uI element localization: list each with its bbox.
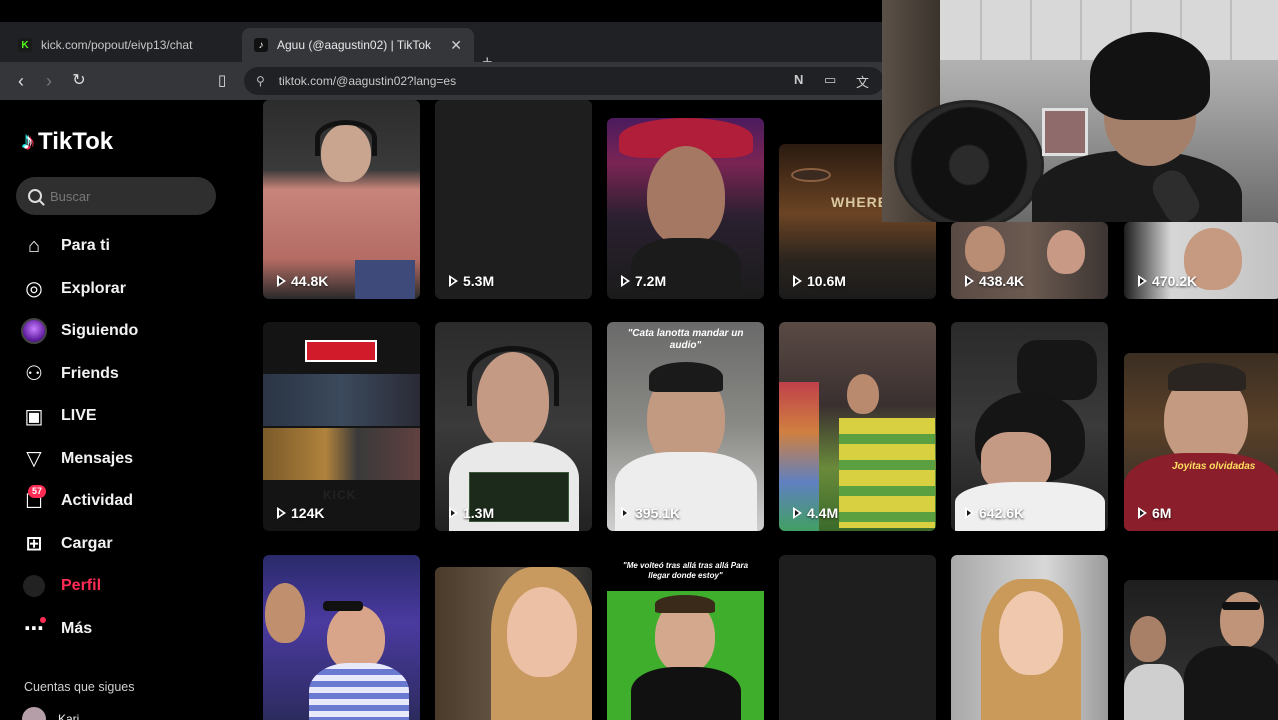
video-card[interactable]: 438.4K	[951, 222, 1108, 299]
video-card[interactable]: Joyitas olvidadas 6M	[1124, 353, 1278, 531]
play-icon	[277, 507, 286, 519]
view-count: 1.3M	[449, 505, 494, 521]
play-icon	[965, 507, 974, 519]
webcam-overlay	[882, 0, 1278, 222]
video-card[interactable]: 642.6K	[951, 322, 1108, 531]
video-caption: "Me volteó tras allá tras allá Para lleg…	[622, 561, 749, 580]
fan-image	[894, 100, 1044, 222]
video-overlay-text: WHERE	[831, 194, 889, 210]
video-caption: "Cata lanotta mandar un audio"	[627, 328, 744, 351]
view-count: 124K	[277, 505, 324, 521]
video-card[interactable]: 1.3M	[435, 322, 592, 531]
view-count: 6M	[1138, 505, 1171, 521]
video-overlay-text: KICK	[323, 488, 357, 502]
play-icon	[1138, 275, 1147, 287]
video-card[interactable]	[263, 555, 420, 720]
video-card[interactable]	[435, 567, 592, 720]
view-count: 10.6M	[793, 273, 846, 289]
play-icon	[277, 275, 286, 287]
view-count: 470.2K	[1138, 273, 1197, 289]
video-card[interactable]: 44.8K	[263, 100, 420, 299]
video-card[interactable]	[779, 555, 936, 720]
view-count: 395.1K	[621, 505, 680, 521]
view-count: 642.6K	[965, 505, 1024, 521]
play-icon	[621, 507, 630, 519]
video-card[interactable]	[951, 555, 1108, 720]
play-icon	[449, 507, 458, 519]
video-card[interactable]: KICK 124K	[263, 322, 420, 531]
play-icon	[621, 275, 630, 287]
view-count: 7.2M	[621, 273, 666, 289]
view-count: 5.3M	[449, 273, 494, 289]
play-icon	[449, 275, 458, 287]
view-count: 438.4K	[965, 273, 1024, 289]
video-overlay-text: Joyitas olvidadas	[1172, 461, 1256, 472]
play-icon	[965, 275, 974, 287]
screen: K kick.com/popout/eivp13/chat ♪ Aguu (@a…	[0, 0, 1278, 720]
video-card[interactable]: 470.2K	[1124, 222, 1278, 299]
play-icon	[793, 275, 802, 287]
play-icon	[1138, 507, 1147, 519]
video-card[interactable]: 7.2M	[607, 118, 764, 299]
video-card[interactable]: 5.3M	[435, 100, 592, 299]
video-card[interactable]: "Me volteó tras allá tras allá Para lleg…	[607, 555, 764, 720]
view-count: 44.8K	[277, 273, 328, 289]
video-card[interactable]: "Cata lanotta mandar un audio" 395.1K	[607, 322, 764, 531]
play-icon	[793, 507, 802, 519]
video-card[interactable]: 4.4M	[779, 322, 936, 531]
video-card[interactable]	[1124, 580, 1278, 720]
view-count: 4.4M	[793, 505, 838, 521]
